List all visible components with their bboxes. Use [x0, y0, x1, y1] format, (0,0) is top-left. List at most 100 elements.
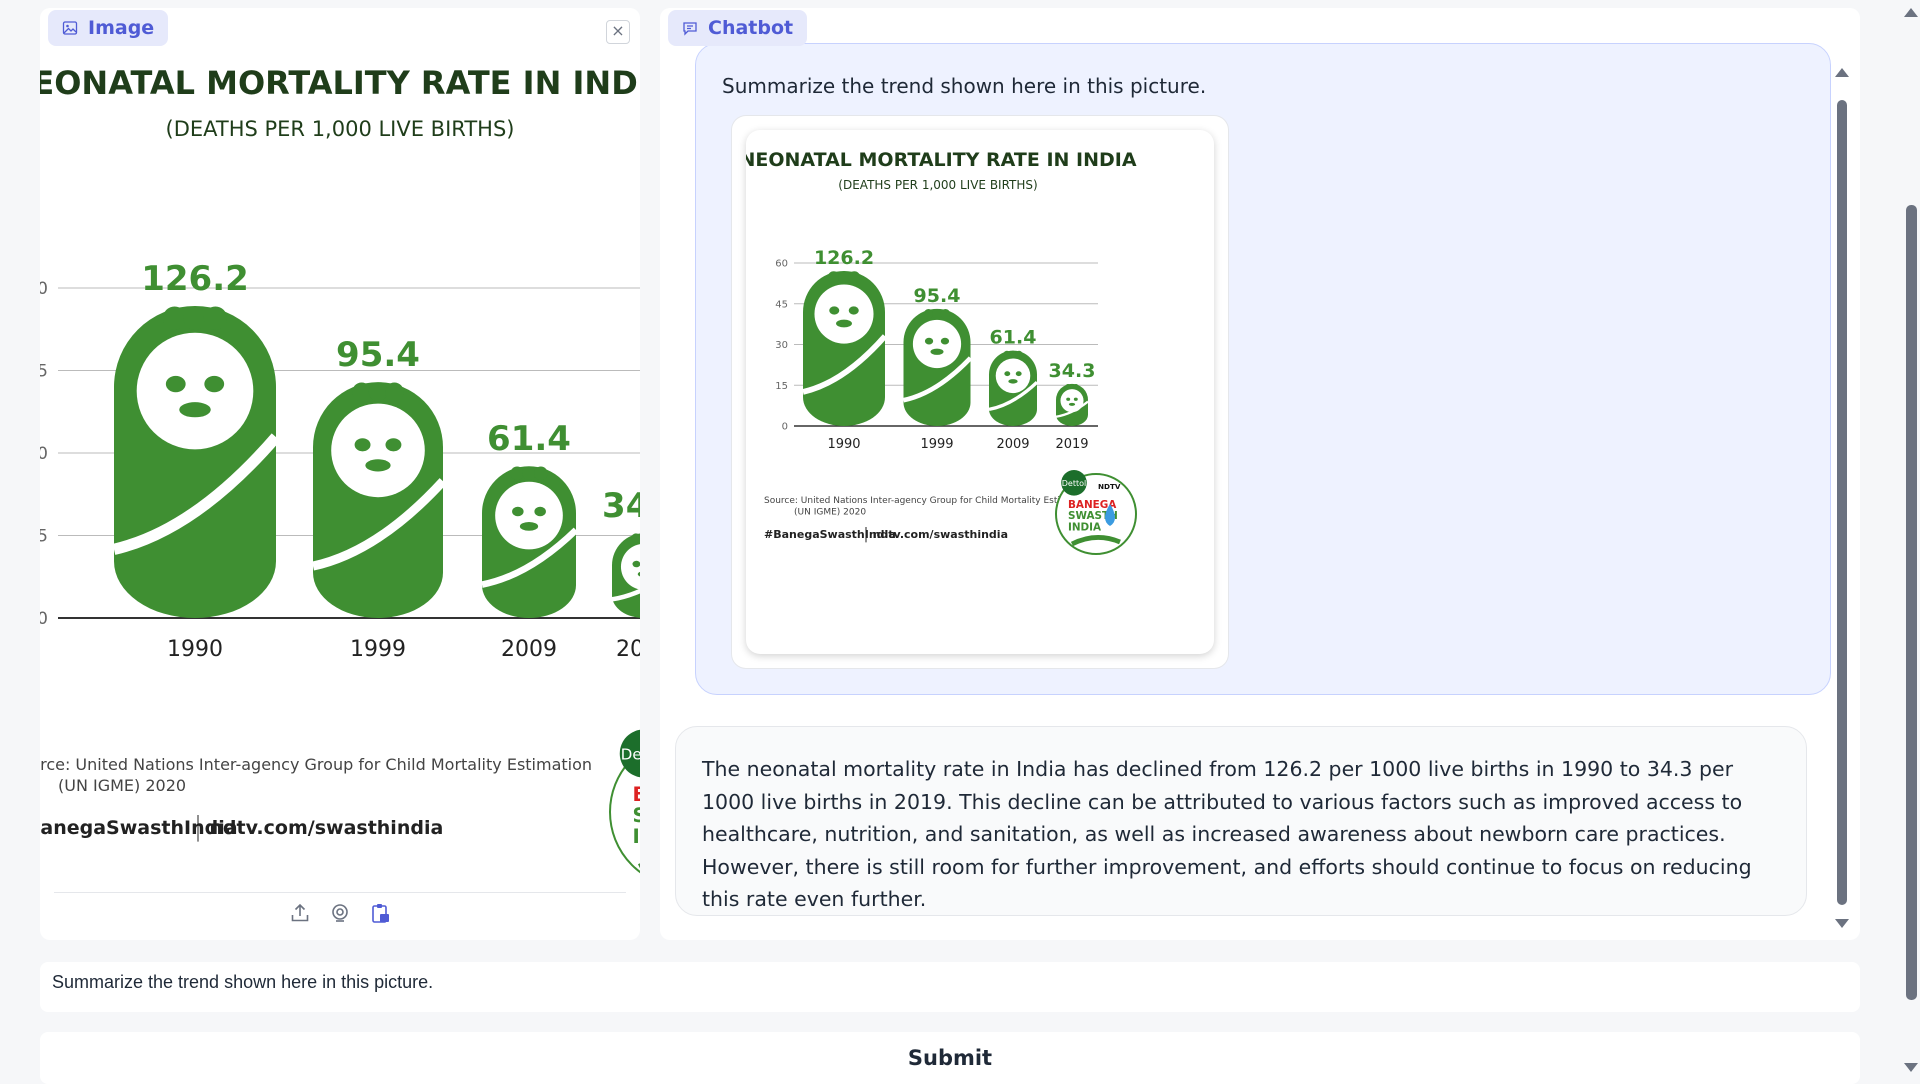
infographic-title: NEONATAL MORTALITY RATE IN INDIA	[40, 64, 640, 102]
year-1999-hair	[352, 382, 371, 402]
scroll-up-arrow-icon[interactable]	[1835, 68, 1849, 77]
year-2019-baby-bar	[1055, 383, 1089, 426]
data-label: 126.2	[814, 247, 874, 269]
year-1999-hair	[923, 309, 934, 319]
year-1990-eye	[829, 306, 840, 315]
year-1990-mouth	[179, 402, 211, 418]
year-1999-hair	[368, 382, 388, 402]
page-scroll-up-icon[interactable]	[1904, 8, 1918, 17]
source-text-line2: (UN IGME) 2020	[58, 776, 186, 795]
image-tab-text: Image	[88, 17, 155, 39]
year-2019-eye	[1066, 397, 1071, 401]
logo-text-line: BANEGA	[633, 783, 641, 806]
x-tick-label: 1999	[920, 437, 953, 452]
year-2009-mouth	[1008, 379, 1018, 384]
year-2019-baby-bar	[611, 533, 640, 618]
bot-message-text: The neonatal mortality rate in India has…	[702, 757, 1752, 911]
y-tick-label: 30	[40, 444, 48, 464]
image-icon	[62, 21, 78, 35]
image-toolbar	[54, 892, 626, 933]
year-2009-hair	[522, 466, 536, 481]
year-2009-eye	[534, 506, 546, 517]
close-image-button[interactable]: ×	[606, 20, 630, 44]
ndtv-text: NDTV	[1098, 482, 1121, 491]
y-tick-label: 15	[40, 526, 48, 546]
paste-clipboard-icon[interactable]	[369, 902, 391, 924]
year-2019-mouth	[1068, 402, 1076, 406]
source-text: Source: United Nations Inter-agency Grou…	[40, 755, 592, 774]
data-label: 95.4	[914, 285, 961, 307]
message-image-attachment[interactable]: NEONATAL MORTALITY RATE IN INDIA (DEATHS …	[732, 116, 1228, 668]
y-tick-label: 60	[40, 279, 48, 299]
user-message: Summarize the trend shown here in this p…	[695, 43, 1831, 695]
prompt-input[interactable]	[40, 962, 1860, 1012]
year-1999-eye	[924, 337, 934, 345]
year-2009-face	[495, 481, 563, 550]
page-scroll-thumb[interactable]	[1906, 205, 1917, 1000]
chatbot-panel: Chatbot Summarize the trend shown here i…	[660, 8, 1860, 940]
infographic-subtitle: (DEATHS PER 1,000 LIVE BIRTHS)	[838, 178, 1037, 192]
chat-scrollbar[interactable]	[1835, 68, 1849, 928]
x-tick-label: 2009	[501, 637, 557, 662]
year-2009-hair	[534, 466, 548, 481]
submit-button[interactable]: Submit	[40, 1032, 1860, 1084]
year-1999-mouth	[365, 459, 391, 472]
year-1999-hair	[385, 382, 404, 402]
infographic-title: NEONATAL MORTALITY RATE IN INDIA	[746, 149, 1137, 171]
year-1990-eye	[204, 375, 225, 393]
year-1999-hair	[940, 309, 951, 319]
year-1990-hair	[162, 306, 187, 330]
y-tick-label: 15	[775, 381, 788, 392]
year-2009-hair	[510, 466, 524, 481]
scroll-down-arrow-icon[interactable]	[1835, 919, 1849, 928]
year-1990-hair	[203, 306, 228, 330]
year-2019-face	[1060, 389, 1084, 413]
page-scrollbar[interactable]	[1902, 0, 1920, 1080]
data-label: 34.3	[602, 486, 640, 526]
year-2009-hair	[1003, 350, 1011, 358]
year-2009-hair	[1009, 350, 1017, 358]
chatbot-tab-label: Chatbot	[668, 10, 808, 46]
webcam-icon[interactable]	[329, 902, 351, 924]
site-text: ndtv.com/swasthindia	[209, 817, 443, 839]
chat-icon	[683, 22, 697, 36]
banega-swasth-india-logo: DettolNDTVBANEGASWASTHINDIA	[609, 729, 641, 874]
page-scroll-down-icon[interactable]	[1904, 1063, 1918, 1072]
data-label: 34.3	[1049, 360, 1096, 382]
y-tick-label: 0	[782, 422, 788, 433]
year-1999-hair	[932, 309, 942, 319]
year-1990-baby-bar	[802, 271, 888, 426]
image-tab-label: Image	[48, 10, 169, 46]
chatbot-tab-text: Chatbot	[708, 17, 794, 39]
logo-text-line: INDIA	[1068, 521, 1101, 533]
year-1990-hair	[183, 306, 207, 330]
data-label: 95.4	[336, 335, 420, 375]
chat-scroll-thumb[interactable]	[1837, 100, 1847, 905]
year-2019-hair	[1073, 383, 1079, 389]
x-tick-label: 2019	[616, 637, 640, 662]
year-2009-eye	[1015, 371, 1022, 377]
logo-text-line: SWASTH	[633, 804, 641, 827]
source-text: Source: United Nations Inter-agency Grou…	[764, 496, 1091, 506]
year-2009-baby-bar	[988, 350, 1039, 426]
year-1999-face	[912, 319, 962, 369]
year-2009-mouth	[519, 521, 539, 531]
data-label: 61.4	[487, 419, 571, 459]
image-panel: Image × NEONATAL MORTALITY RATE IN INDIA…	[40, 8, 640, 940]
infographic-subtitle: (DEATHS PER 1,000 LIVE BIRTHS)	[166, 117, 515, 141]
close-icon[interactable]: ×	[611, 21, 624, 40]
source-text-line2: (UN IGME) 2020	[794, 508, 866, 518]
x-tick-label: 2009	[996, 437, 1029, 452]
upload-icon[interactable]	[289, 902, 311, 924]
year-1999-mouth	[930, 348, 944, 355]
year-1999-face	[331, 403, 425, 498]
year-1999-eye	[354, 438, 371, 452]
site-text: ndtv.com/swasthindia	[873, 528, 1008, 541]
dettol-text: Dettol	[621, 746, 640, 764]
data-label: 61.4	[990, 327, 1037, 349]
y-tick-label: 45	[775, 299, 788, 310]
infographic-thumbnail: NEONATAL MORTALITY RATE IN INDIA (DEATHS …	[746, 149, 1137, 555]
year-2019-eye	[632, 560, 640, 568]
year-1990-face	[136, 332, 254, 450]
x-tick-label: 1990	[827, 437, 860, 452]
